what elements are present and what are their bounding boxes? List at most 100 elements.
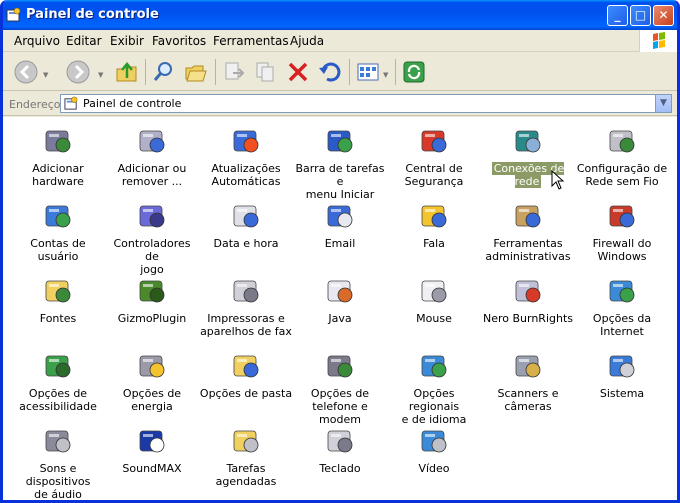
item-label: Opções de pasta [199,387,293,400]
scheduled-tasks-icon [233,430,259,453]
item-label: Fala [387,237,481,250]
item-label: Opções de acessibilidade [11,387,105,413]
views-icon[interactable] [355,59,381,85]
item-label-line1: Opções regionais [408,387,460,413]
control-panel-item[interactable]: Opções de pasta [199,346,293,418]
address-label: Endereço [9,98,61,111]
control-panel-item[interactable]: Opções de energia [105,346,199,418]
item-label-line2: aparelhos de fax [200,325,292,338]
control-panel-item[interactable]: Teclado [293,421,387,493]
copy-to-icon[interactable] [253,59,279,85]
menu-exibir[interactable]: Exibir [110,34,144,48]
folders-icon[interactable] [183,59,209,85]
toolbar: ▼ ▼ ▼ [3,53,677,91]
item-label-line1: GizmoPlugin [117,312,187,325]
menu-ajuda[interactable]: Ajuda [290,34,324,48]
item-label-line1: Nero BurnRights [482,312,574,325]
control-panel-item[interactable]: Adicionar ou remover ... [105,121,199,193]
undo-icon[interactable] [317,59,343,85]
wireless-icon [609,130,635,153]
mouse-icon [421,280,447,303]
control-panel-item[interactable]: Sons e dispositivos de áudio [11,421,105,500]
item-label-line1: SoundMAX [122,462,182,475]
control-panel-item[interactable]: Firewall do Windows [575,196,669,268]
control-panel-item[interactable]: Java [293,271,387,343]
control-panel-item[interactable]: Nero BurnRights [481,271,575,343]
control-panel-item[interactable]: Central de Segurança [387,121,481,193]
control-panel-item[interactable]: Opções da Internet [575,271,669,343]
control-panel-item[interactable]: GizmoPlugin [105,271,199,343]
control-panel-item[interactable]: Data e hora [199,196,293,268]
menu-editar[interactable]: Editar [66,34,102,48]
views-dropdown-icon[interactable]: ▼ [383,71,388,79]
item-label-line2: agendadas [215,475,277,488]
control-panel-item[interactable]: Adicionar hardware [11,121,105,193]
address-field[interactable]: Painel de controle ▼ [60,94,672,113]
item-label: Tarefas agendadas [199,462,293,488]
item-label-line1: Opções de pasta [199,387,293,400]
item-label: Contas de usuário [11,237,105,263]
item-label-line1: Data e hora [213,237,279,250]
firewall-icon [609,205,635,228]
scanner-icon [515,355,541,378]
item-label: GizmoPlugin [105,312,199,325]
control-panel-item[interactable]: Opções regionais e de idioma [387,346,481,426]
item-label-line1: Opções da [592,312,652,325]
item-label: Opções de energia [105,387,199,413]
forward-icon[interactable] [65,59,91,85]
control-panel-item[interactable]: Opções de acessibilidade [11,346,105,418]
minimize-button[interactable]: _ [607,5,628,26]
address-dropdown-button[interactable]: ▼ [655,95,671,112]
back-dropdown-icon[interactable]: ▼ [43,71,48,79]
item-label: Central de Segurança [387,162,481,188]
control-panel-item[interactable]: Barra de tarefas e menu Iniciar [293,121,387,201]
control-panel-item[interactable]: Email [293,196,387,268]
control-panel-item[interactable]: Mouse [387,271,481,343]
sync-icon[interactable] [401,59,427,85]
back-icon[interactable] [13,59,39,85]
menu-arquivo[interactable]: Arquivo [14,34,60,48]
menu-ferramentas[interactable]: Ferramentas [213,34,289,48]
search-icon[interactable] [151,59,177,85]
control-panel-item[interactable]: Fontes [11,271,105,343]
separator [349,59,350,85]
forward-dropdown-icon[interactable]: ▼ [98,71,103,79]
folder-options-icon [233,355,259,378]
control-panel-item[interactable]: Ferramentas administrativas [481,196,575,268]
control-panel-item[interactable]: Opções de telefone e modem [293,346,387,426]
menu-favoritos[interactable]: Favoritos [152,34,206,48]
security-shield-icon [421,130,447,153]
control-panel-item[interactable]: SoundMAX [105,421,199,493]
control-panel-item[interactable]: Scanners e câmeras [481,346,575,418]
control-panel-item[interactable]: Sistema [575,346,669,418]
maximize-button[interactable]: □ [630,5,651,26]
title-bar[interactable]: Painel de controle _ □ ✕ [3,0,677,30]
soundmax-icon [139,430,165,453]
item-label: Firewall do Windows [575,237,669,263]
control-panel-item[interactable]: Contas de usuário [11,196,105,268]
item-label-line1: Opções de [28,387,88,400]
control-panel-item[interactable]: Atualizações Automáticas [199,121,293,193]
control-panel-item[interactable]: Tarefas agendadas [199,421,293,493]
network-globe-icon [515,130,541,153]
item-label-line2: Internet [600,325,644,338]
item-label-line1: Barra de tarefas e [295,162,385,188]
control-panel-item[interactable]: Controladores de jogo [105,196,199,276]
delete-icon[interactable] [285,59,311,85]
control-panel-item[interactable]: Impressoras e aparelhos de fax [199,271,293,343]
item-label: Opções da Internet [575,312,669,338]
close-button[interactable]: ✕ [653,5,674,26]
item-label: SoundMAX [105,462,199,475]
control-panel-item[interactable]: Configuração de Rede sem Fio [575,121,669,193]
item-label-line1: Sons e dispositivos [25,462,91,488]
mouse-cursor-icon [551,170,565,190]
control-panel-item[interactable]: Vídeo [387,421,481,493]
item-label: Sons e dispositivos de áudio [11,462,105,500]
up-folder-icon[interactable] [114,59,140,85]
item-label-line1: Controladores de [113,237,191,263]
item-label: Teclado [293,462,387,475]
items-view: Adicionar hardware Adicionar ou remover ...… [3,117,677,500]
move-to-icon[interactable] [221,59,247,85]
control-panel-item[interactable]: Fala [387,196,481,268]
item-label: Adicionar ou remover ... [105,162,199,188]
